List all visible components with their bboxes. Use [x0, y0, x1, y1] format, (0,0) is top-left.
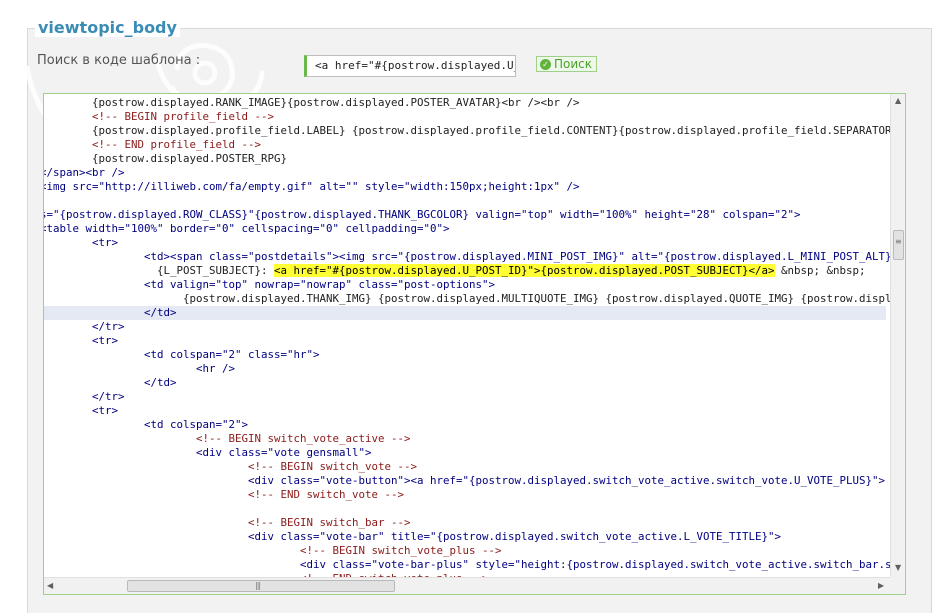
code-token: {postrow.displayed.POSTER_RPG}: [44, 152, 288, 165]
code-line: <div class="vote gensmall">: [44, 446, 372, 460]
scroll-up-arrow-icon[interactable]: ▲: [895, 96, 901, 105]
code-line: {postrow.displayed.POSTER_RPG}: [44, 152, 287, 166]
grip-icon: ≡: [895, 237, 902, 246]
code-line: <!-- BEGIN switch_vote -->: [44, 460, 417, 474]
code-line: <td colspan="2">: [44, 418, 248, 432]
code-token: <td colspan="2">: [44, 418, 249, 431]
code-token: <!-- BEGIN switch_vote -->: [44, 460, 418, 473]
code-line: <tr>: [44, 236, 118, 250]
code-line: <!-- BEGIN switch_vote_active -->: [44, 432, 411, 446]
code-line: </td>: [44, 376, 177, 390]
code-line: </span><br />: [44, 166, 125, 180]
code-token: <div class="vote gensmall">: [44, 446, 372, 459]
scroll-down-arrow-icon[interactable]: ▼: [895, 563, 901, 572]
code-line: <hr />: [44, 362, 235, 376]
code-line: <div class="vote-button"><a href="{postr…: [44, 474, 885, 488]
code-token: <tr>: [44, 404, 119, 417]
code-line: <!-- BEGIN switch_bar -->: [44, 516, 411, 530]
code-line: s="{postrow.displayed.ROW_CLASS}"{postro…: [44, 208, 801, 222]
horizontal-scrollbar[interactable]: ◀ ||| ▶: [44, 577, 890, 594]
scroll-left-arrow-icon[interactable]: ◀: [47, 581, 53, 590]
code-line: <div class="vote-bar-plus" style="height…: [44, 558, 890, 572]
code-token: <hr />: [44, 362, 236, 375]
code-token: </tr>: [44, 390, 125, 403]
code-token: <!-- BEGIN profile_field -->: [44, 110, 275, 123]
code-line: <!-- BEGIN switch_vote_plus -->: [44, 544, 502, 558]
code-token: s="{postrow.displayed.ROW_CLASS}"{postro…: [44, 208, 801, 221]
vertical-scrollbar[interactable]: ▲ ≡ ▼: [890, 94, 905, 577]
code-line: <td colspan="2" class="hr">: [44, 348, 320, 362]
code-token: </span><br />: [44, 166, 125, 179]
code-token: <!-- BEGIN switch_bar -->: [44, 516, 411, 529]
code-token: {postrow.displayed.profile_field.LABEL} …: [44, 124, 890, 137]
code-line: <td valign="top" nowrap="nowrap" class="…: [44, 278, 495, 292]
code-token: </tr>: [44, 320, 125, 333]
vertical-scroll-thumb[interactable]: ≡: [893, 230, 904, 260]
scroll-right-arrow-icon[interactable]: ▶: [878, 581, 884, 590]
code-token: {postrow.displayed.THANK_IMG} {postrow.d…: [183, 292, 890, 305]
code-token: <div class="vote-bar" title="{postrow.di…: [44, 530, 782, 543]
code-line: <img src="http://illiweb.com/fa/empty.gi…: [44, 180, 580, 194]
code-token: <!-- BEGIN switch_vote_plus -->: [44, 544, 502, 557]
check-circle-icon: ✓: [540, 58, 551, 70]
code-line: {postrow.displayed.profile_field.LABEL} …: [44, 124, 890, 138]
code-token: <div class="vote-button"><a href="{postr…: [44, 474, 886, 487]
code-token: </td>: [44, 376, 177, 389]
code-editor[interactable]: {postrow.displayed.RANK_IMAGE}{postrow.d…: [43, 93, 906, 595]
code-token: &nbsp; &nbsp;: [774, 264, 866, 277]
code-token: <td><span class="postdetails"><img src="…: [44, 250, 890, 263]
code-line: <!-- BEGIN profile_field -->: [44, 110, 274, 124]
scrollbar-corner: [890, 577, 905, 594]
code-line: <table width="100%" border="0" cellspaci…: [44, 222, 450, 236]
code-token: <tr>: [44, 334, 119, 347]
code-token: <!-- BEGIN switch_vote_active -->: [44, 432, 411, 445]
code-token: <tr>: [44, 236, 119, 249]
code-token: <!-- END switch_vote -->: [44, 488, 405, 501]
code-line: </tr>: [44, 320, 125, 334]
code-token: <td colspan="2" class="hr">: [44, 348, 320, 361]
code-token: <img src="http://illiweb.com/fa/empty.gi…: [44, 180, 580, 193]
code-line: <tr>: [44, 404, 118, 418]
code-line: <!-- END switch_vote -->: [44, 488, 404, 502]
code-line: <div class="vote-bar" title="{postrow.di…: [44, 530, 781, 544]
code-line: </tr>: [44, 390, 125, 404]
panel-title: viewtopic_body: [35, 18, 180, 37]
code-token: {postrow.displayed.RANK_IMAGE}{postrow.d…: [44, 96, 580, 109]
search-match-highlight: <a href="#{postrow.displayed.U_POST_ID}"…: [274, 264, 775, 277]
search-button-label: Поиск: [554, 57, 593, 71]
code-line: <tr>: [44, 334, 118, 348]
grip-icon: |||: [255, 581, 261, 590]
code-token: <div class="vote-bar-plus" style="height…: [300, 558, 890, 571]
code-line: {L_POST_SUBJECT}: <a href="#{postrow.dis…: [44, 264, 866, 278]
search-button[interactable]: ✓ Поиск: [536, 56, 598, 72]
horizontal-scroll-thumb[interactable]: |||: [127, 580, 395, 592]
code-line: {postrow.displayed.RANK_IMAGE}{postrow.d…: [44, 96, 580, 110]
code-line: {postrow.displayed.THANK_IMG} {postrow.d…: [44, 292, 890, 306]
code-text-area[interactable]: {postrow.displayed.RANK_IMAGE}{postrow.d…: [44, 94, 890, 577]
template-search-input[interactable]: <a href="#{postrow.displayed.U_P: [304, 55, 516, 77]
code-line: <td><span class="postdetails"><img src="…: [44, 250, 890, 264]
search-label: Поиск в коде шаблона :: [37, 53, 201, 68]
code-token: {L_POST_SUBJECT}:: [44, 264, 275, 277]
code-line: <!-- END profile_field -->: [44, 138, 261, 152]
code-token: <td valign="top" nowrap="nowrap" class="…: [44, 278, 496, 291]
code-token: <!-- END profile_field -->: [44, 138, 262, 151]
code-line: </td>: [44, 306, 886, 320]
code-token: <table width="100%" border="0" cellspaci…: [44, 222, 450, 235]
code-token: </td>: [44, 306, 177, 319]
